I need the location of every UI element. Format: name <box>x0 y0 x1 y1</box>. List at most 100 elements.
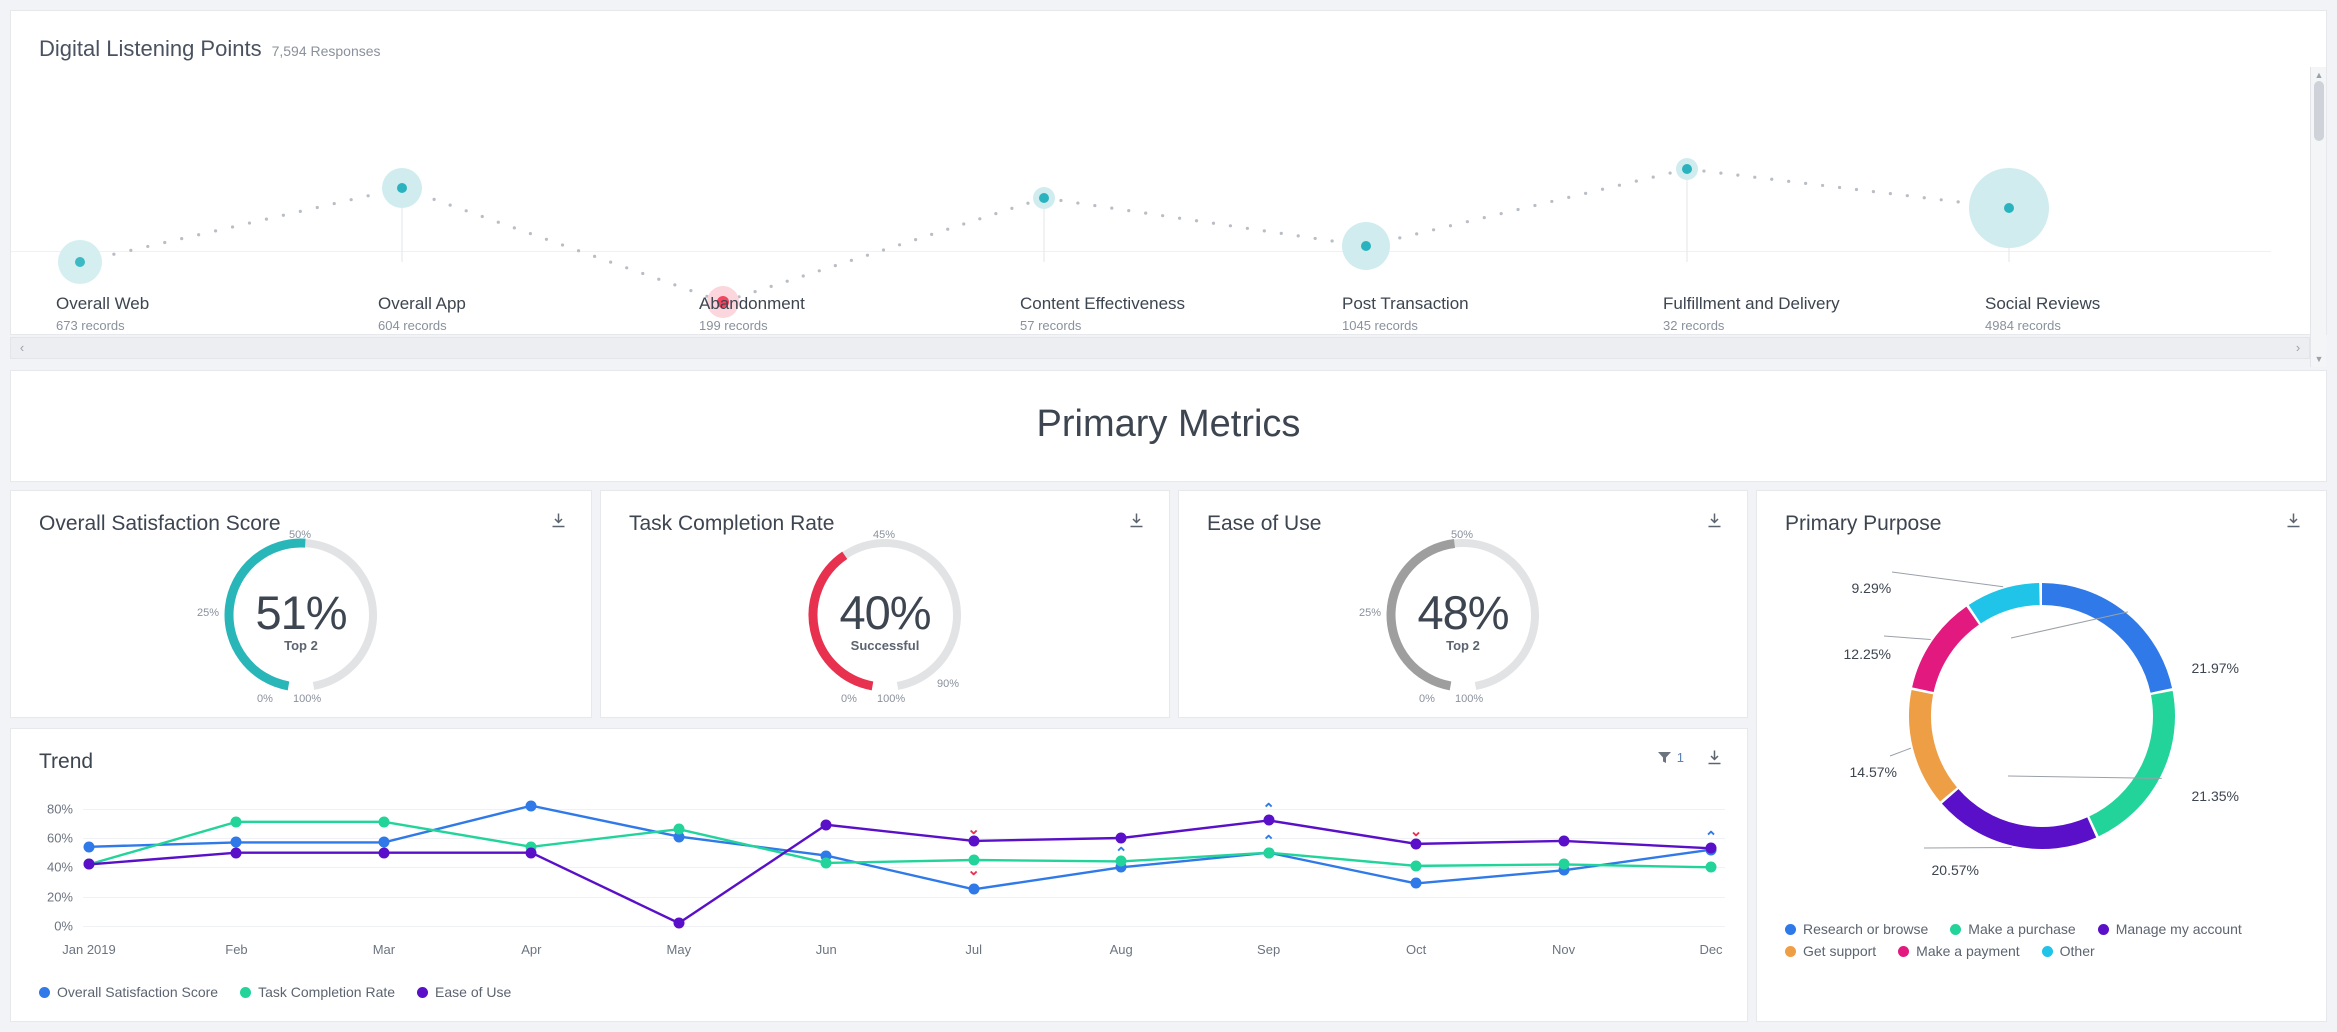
gauge-card-overall-satisfaction: Overall Satisfaction Score 51% Top 2 0% 25%… <box>10 490 592 718</box>
bubble-point[interactable] <box>75 257 85 267</box>
bubble-stem <box>1686 169 1688 262</box>
listening-points-title: Digital Listening Points <box>39 36 262 61</box>
trend-data-point[interactable] <box>1705 861 1717 873</box>
trend-annotation-marker: ⌃ <box>1262 832 1275 850</box>
trend-data-point[interactable] <box>1410 838 1422 850</box>
trend-data-point[interactable] <box>525 847 537 859</box>
legend-item[interactable]: Make a purchase <box>1950 921 2076 937</box>
bubble-label-name: Fulfillment and Delivery <box>1663 294 1840 313</box>
bubble-label-records: 32 records <box>1663 318 1725 333</box>
legend-color-dot <box>240 986 252 998</box>
legend-item[interactable]: Get support <box>1785 943 1876 959</box>
vertical-scrollbar[interactable]: ▲ ▼ <box>2310 67 2326 367</box>
scroll-up-arrow[interactable]: ▲ <box>2314 70 2324 80</box>
bubble-point[interactable] <box>397 183 407 193</box>
donut-value-label: 14.57% <box>1849 764 1897 780</box>
bubble-point[interactable] <box>2004 203 2014 213</box>
legend-label: Get support <box>1803 943 1877 959</box>
trend-data-point[interactable] <box>820 819 832 831</box>
gauge-axis-tick: 45% <box>873 529 896 541</box>
scroll-left-arrow[interactable]: ‹ <box>15 341 29 355</box>
trend-line-chart: 0% 20% 40% 60% 80% ⌄ ⌄ ⌃ ⌃ ⌃ ⌄ ⌃ Jan 2019 Feb Mar Apr Ma… <box>11 784 1749 969</box>
donut-value-label: 21.97% <box>2191 660 2239 676</box>
bubble-point[interactable] <box>1682 164 1692 174</box>
vertical-scrollbar-thumb[interactable] <box>2314 81 2324 141</box>
gauge-ring: 48% Top 2 0% 25% 50% 100% <box>1359 529 1563 713</box>
filter-count: 1 <box>1676 750 1684 765</box>
bubble-label-records: 199 records <box>699 318 768 333</box>
download-icon[interactable] <box>1128 512 1145 534</box>
legend-label: Manage my account <box>2115 921 2242 937</box>
bubble-point[interactable] <box>1039 193 1049 203</box>
trend-data-point[interactable] <box>673 917 685 929</box>
legend-item[interactable]: Make a payment <box>1898 943 2020 959</box>
gauge-axis-tick: 25% <box>197 607 220 619</box>
x-axis-tick: Apr <box>521 942 542 957</box>
bubble-label-records: 673 records <box>56 318 125 333</box>
trend-data-point[interactable] <box>83 858 95 870</box>
trend-series-line <box>88 804 1712 891</box>
legend-color-dot <box>2097 923 2109 935</box>
donut-value-label: 9.29% <box>1851 580 1892 596</box>
trend-data-point[interactable] <box>378 847 390 859</box>
legend-item[interactable]: Research or browse <box>1785 921 1928 937</box>
bubble-point[interactable] <box>1361 241 1371 251</box>
trend-data-point[interactable] <box>1410 860 1422 872</box>
scroll-right-arrow[interactable]: › <box>2291 341 2305 355</box>
legend-item[interactable]: Ease of Use <box>417 984 511 1000</box>
bubble-label: Post Transaction 1045 records <box>1342 294 1469 333</box>
trend-data-point[interactable] <box>673 823 685 835</box>
bubble-label: Fulfillment and Delivery 32 records <box>1663 294 1840 333</box>
trend-data-point[interactable] <box>1558 835 1570 847</box>
trend-data-point[interactable] <box>1410 877 1422 889</box>
download-button[interactable] <box>1706 749 1723 766</box>
gauge-ring: 40% Successful 0% 45% 90% 100% <box>785 529 985 713</box>
trend-data-point[interactable] <box>968 883 980 895</box>
legend-color-dot <box>39 986 50 998</box>
donut-value-label: 12.25% <box>1843 646 1891 662</box>
legend-label: Make a purchase <box>1968 921 2076 937</box>
filter-button[interactable]: 1 <box>1657 750 1684 765</box>
trend-data-point[interactable] <box>820 857 832 869</box>
legend-item[interactable]: Overall Satisfaction Score <box>39 984 218 1000</box>
trend-data-point[interactable] <box>83 841 95 853</box>
gauge-axis-tick: 0% <box>841 693 857 705</box>
bubble-label-records: 604 records <box>378 318 447 333</box>
gauge-sublabel: Top 2 <box>284 638 318 653</box>
legend-label: Research or browse <box>1803 921 1929 937</box>
legend-item[interactable]: Task Completion Rate <box>240 984 395 1000</box>
legend-label: Other <box>2059 943 2095 959</box>
trend-data-point[interactable] <box>1558 858 1570 870</box>
gauge-axis-tick: 0% <box>1419 693 1435 705</box>
trend-data-point[interactable] <box>378 816 390 828</box>
gauge-axis-tick: 100% <box>293 693 322 705</box>
download-icon[interactable] <box>2285 512 2302 534</box>
trend-data-point[interactable] <box>1115 832 1127 844</box>
x-axis-tick: Feb <box>225 942 248 957</box>
trend-card: Trend 1 0% 20% 40% 60% 80% ⌄ ⌄ ⌃ ⌃ ⌃ ⌄ ⌃ Jan 2019 Feb… <box>10 728 1748 1022</box>
gauge-sublabel: Successful <box>850 638 920 653</box>
download-icon[interactable] <box>1706 512 1723 534</box>
scroll-down-arrow[interactable]: ▼ <box>2314 354 2324 364</box>
download-icon[interactable] <box>550 512 567 534</box>
filter-icon <box>1657 752 1671 763</box>
legend-color-dot <box>1950 923 1962 935</box>
trend-data-point[interactable] <box>230 816 242 828</box>
gauge-card-ease-of-use: Ease of Use 48% Top 2 0% 25% 50% 100% <box>1178 490 1748 718</box>
trend-data-point[interactable] <box>230 847 242 859</box>
x-axis-tick: Aug <box>1109 942 1133 957</box>
trend-data-point[interactable] <box>525 800 537 812</box>
x-axis-tick: Sep <box>1257 942 1281 957</box>
listening-points-header: Digital Listening Points 7,594 Responses <box>39 36 381 62</box>
gauge-value: 48% <box>1417 586 1509 639</box>
trend-svg <box>88 804 1712 925</box>
gauge-axis-tick: 50% <box>1451 529 1474 541</box>
bubble-label-records: 4984 records <box>1985 318 2061 333</box>
legend-item[interactable]: Manage my account <box>2097 921 2242 937</box>
gauge-axis-tick: 100% <box>1455 693 1484 705</box>
horizontal-scrollbar[interactable]: ‹ › <box>10 337 2310 359</box>
legend-item[interactable]: Other <box>2041 943 2095 959</box>
legend-color-dot <box>1785 923 1796 935</box>
trend-annotation-marker: ⌄ <box>967 821 981 839</box>
download-icon <box>1708 750 1721 765</box>
